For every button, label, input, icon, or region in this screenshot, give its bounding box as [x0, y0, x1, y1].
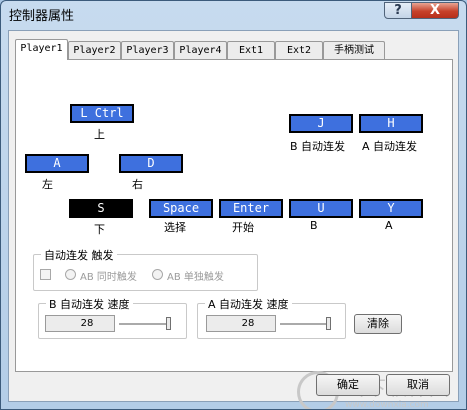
turbo-trigger-checkbox[interactable] [40, 269, 51, 280]
b-speed-slider-thumb[interactable] [166, 317, 171, 330]
player1-panel: L Ctrl 上 A 左 D 右 J B 自动连发 H A 自动连发 S 下 S… [15, 59, 453, 372]
tab-player2[interactable]: Player2 [68, 41, 121, 59]
turbo-trigger-label: 自动连发 触发 [41, 247, 117, 263]
help-button[interactable]: ? [384, 2, 412, 19]
key-down[interactable]: S [69, 199, 133, 218]
label-up: 上 [94, 128, 105, 141]
watermark-url: www.downxia.com [345, 400, 429, 410]
label-a: A [385, 219, 393, 232]
key-up[interactable]: L Ctrl [70, 104, 134, 123]
close-button[interactable]: X [411, 2, 459, 19]
key-select[interactable]: Space [149, 199, 213, 218]
key-b-turbo[interactable]: J [289, 114, 353, 133]
a-speed-field[interactable]: 28 [206, 315, 276, 332]
clear-button[interactable]: 清除 [354, 314, 402, 334]
label-b: B [310, 219, 318, 232]
key-a[interactable]: Y [359, 199, 423, 218]
label-b-turbo: B 自动连发 [290, 140, 346, 153]
a-speed-slider-thumb[interactable] [326, 317, 331, 330]
dialog-body: Player1 Player2 Player3 Player4 Ext1 Ext… [8, 30, 459, 409]
window-title: 控制器属性 [9, 9, 75, 24]
radio-single-label: AB 单独触发 [167, 272, 224, 283]
controller-properties-window: 控制器属性 ? X Player1 Player2 Player3 Player… [0, 0, 467, 410]
key-right[interactable]: D [119, 154, 183, 173]
tab-player1[interactable]: Player1 [15, 39, 68, 60]
tab-strip: Player1 Player2 Player3 Player4 Ext1 Ext… [15, 39, 455, 60]
key-left[interactable]: A [25, 154, 89, 173]
ok-button[interactable]: 确定 [316, 374, 380, 396]
tab-ext1[interactable]: Ext1 [227, 41, 275, 59]
key-a-turbo[interactable]: H [359, 114, 423, 133]
label-right: 右 [132, 178, 143, 191]
radio-single[interactable] [152, 269, 163, 280]
tab-player4[interactable]: Player4 [174, 41, 227, 59]
radio-simultaneous[interactable] [65, 269, 76, 280]
label-start: 开始 [232, 221, 254, 234]
b-speed-label: B 自动连发 速度 [46, 296, 133, 312]
b-speed-group: B 自动连发 速度 28 [38, 296, 187, 339]
tab-ext2[interactable]: Ext2 [275, 41, 323, 59]
a-speed-group: A 自动连发 速度 28 [197, 296, 346, 339]
key-b[interactable]: U [289, 199, 353, 218]
title-bar[interactable]: 控制器属性 ? X [1, 1, 466, 25]
tab-player3[interactable]: Player3 [121, 41, 174, 59]
b-speed-field[interactable]: 28 [45, 315, 115, 332]
label-left: 左 [42, 178, 53, 191]
a-speed-slider-track[interactable] [280, 323, 330, 326]
key-start[interactable]: Enter [219, 199, 283, 218]
label-select: 选择 [164, 221, 186, 234]
b-speed-slider-track[interactable] [119, 323, 169, 326]
cancel-button[interactable]: 取消 [386, 374, 450, 396]
turbo-trigger-group: 自动连发 触发 AB 同时触发 AB 单独触发 [33, 247, 258, 291]
a-speed-label: A 自动连发 速度 [205, 296, 292, 312]
tab-controller-test[interactable]: 手柄测试 [323, 41, 385, 59]
label-down: 下 [94, 223, 105, 236]
radio-simultaneous-label: AB 同时触发 [80, 272, 137, 283]
label-a-turbo: A 自动连发 [362, 140, 418, 153]
